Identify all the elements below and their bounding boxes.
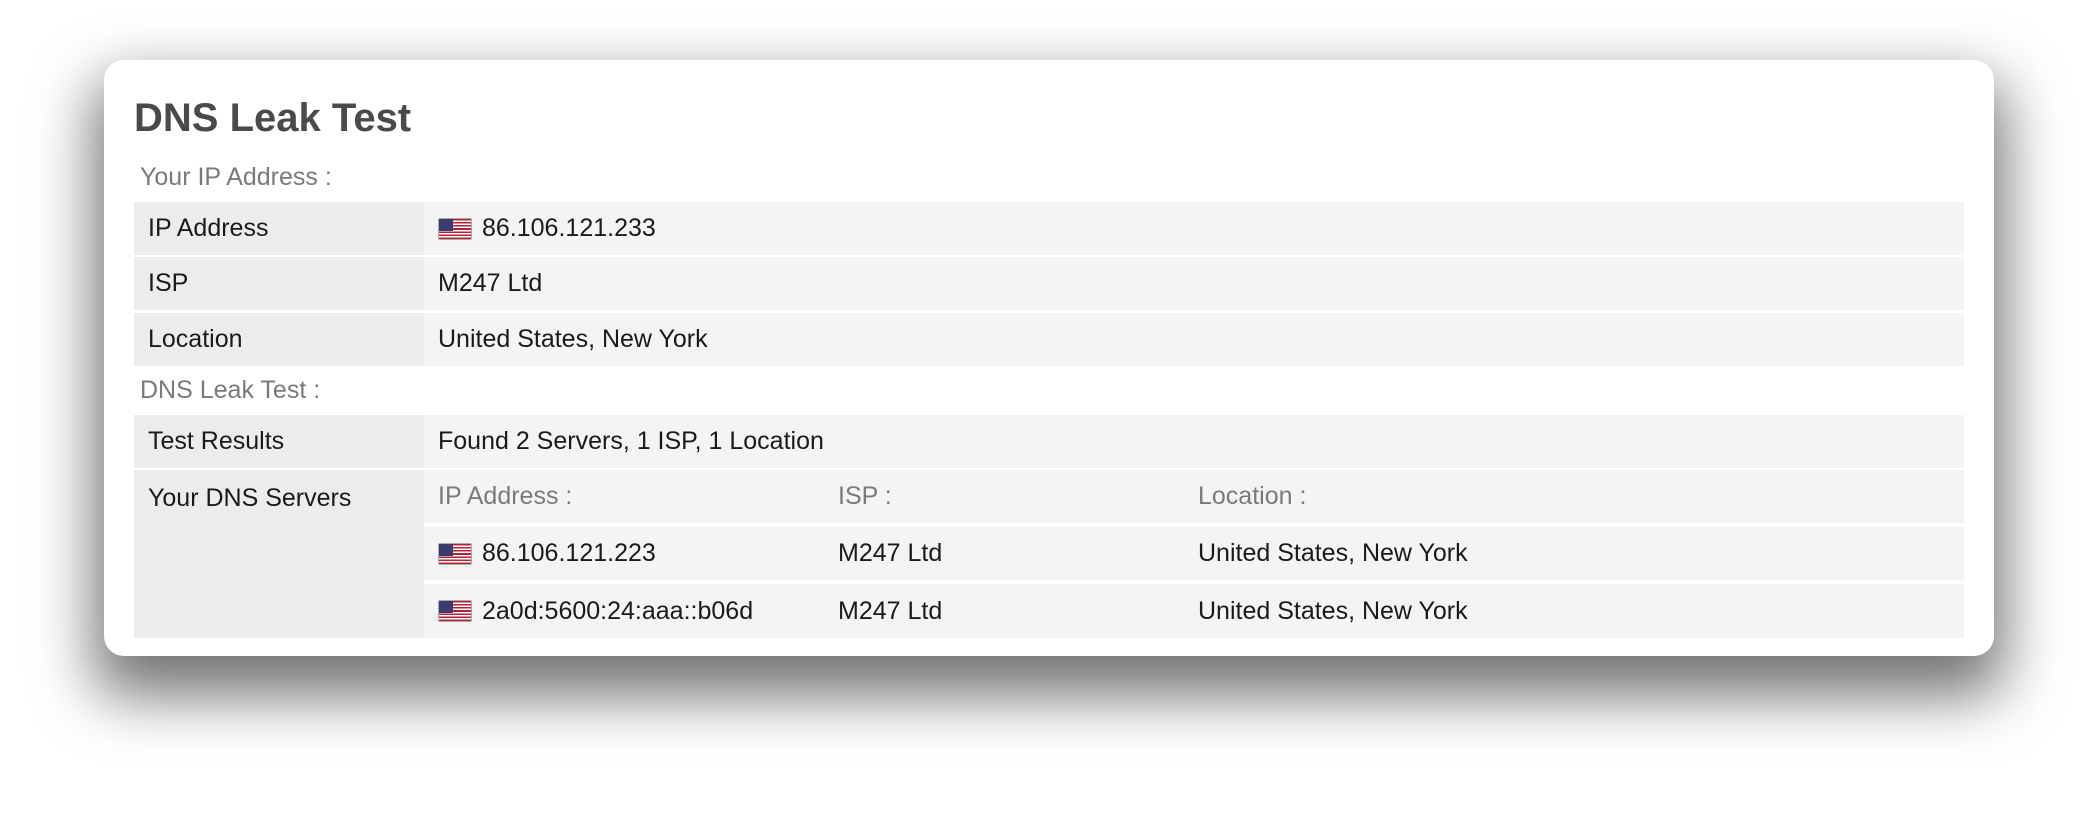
dns-server-ip-cell: 2a0d:5600:24:aaa::b06d — [424, 584, 824, 638]
dns-server-ip: 86.106.121.223 — [482, 539, 656, 568]
dns-server-row: 2a0d:5600:24:aaa::b06d M247 Ltd United S… — [424, 584, 1964, 638]
ip-address-row: IP Address 86.106.121.233 — [134, 202, 1964, 257]
dns-col-ip-header: IP Address : — [424, 470, 824, 523]
dns-col-location-header: Location : — [1184, 470, 1964, 523]
location-label: Location — [134, 313, 424, 366]
test-results-row: Test Results Found 2 Servers, 1 ISP, 1 L… — [134, 415, 1964, 470]
us-flag-icon — [438, 543, 472, 565]
dns-server-isp: M247 Ltd — [824, 584, 1184, 638]
dns-leak-test-card: DNS Leak Test Your IP Address : IP Addre… — [104, 60, 1994, 656]
ip-address-value: 86.106.121.233 — [482, 214, 656, 243]
location-row: Location United States, New York — [134, 312, 1964, 366]
test-results-value: Found 2 Servers, 1 ISP, 1 Location — [424, 415, 1964, 468]
dns-results-table: Test Results Found 2 Servers, 1 ISP, 1 L… — [134, 415, 1964, 638]
dns-servers-label: Your DNS Servers — [134, 470, 424, 638]
us-flag-icon — [438, 218, 472, 240]
test-results-label: Test Results — [134, 415, 424, 468]
dns-servers-header-row: IP Address : ISP : Location : — [424, 470, 1964, 525]
isp-row: ISP M247 Ltd — [134, 257, 1964, 312]
dns-server-row: 86.106.121.223 M247 Ltd United States, N… — [424, 527, 1964, 582]
dns-server-isp: M247 Ltd — [824, 527, 1184, 580]
dns-server-ip: 2a0d:5600:24:aaa::b06d — [482, 597, 753, 626]
dns-servers-row: Your DNS Servers IP Address : ISP : Loca… — [134, 470, 1964, 638]
page-title: DNS Leak Test — [134, 96, 1964, 141]
dns-col-isp-header: ISP : — [824, 470, 1184, 523]
dns-server-location: United States, New York — [1184, 584, 1964, 638]
isp-label: ISP — [134, 257, 424, 310]
ip-section-heading: Your IP Address : — [140, 163, 1964, 192]
ip-info-table: IP Address 86.106.121.233 ISP M247 Ltd L… — [134, 202, 1964, 366]
us-flag-icon — [438, 600, 472, 622]
ip-address-value-cell: 86.106.121.233 — [424, 202, 1964, 255]
dns-section-heading: DNS Leak Test : — [140, 376, 1964, 405]
dns-servers-inner-table: IP Address : ISP : Location : 86.106.121… — [424, 470, 1964, 638]
ip-address-label: IP Address — [134, 202, 424, 255]
dns-server-location: United States, New York — [1184, 527, 1964, 580]
location-value: United States, New York — [424, 313, 1964, 366]
isp-value: M247 Ltd — [424, 257, 1964, 310]
dns-server-ip-cell: 86.106.121.223 — [424, 527, 824, 580]
